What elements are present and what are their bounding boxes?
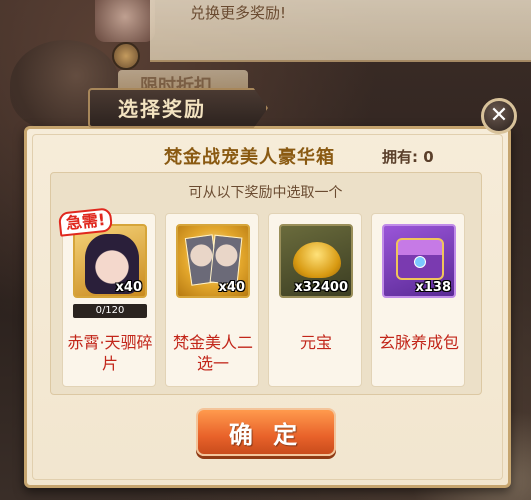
close-button[interactable]: ✕ [481, 98, 517, 134]
reward-card-chixiao-fragment[interactable]: x40 急需! 0/120 赤霄·天驷碎片 [57, 207, 156, 387]
ingot-shape [293, 242, 341, 278]
reward-card-yuanbao[interactable]: x32400 元宝 [268, 213, 362, 387]
confirm-button[interactable]: 确 定 [196, 408, 336, 456]
reward-card-beauty-choice[interactable]: x40 梵金美人二选一 [165, 213, 259, 387]
character-portrait-icon: x40 [73, 224, 147, 298]
reward-name: 梵金美人二选一 [172, 333, 253, 373]
progress-text: 0/120 [95, 305, 125, 316]
purple-chest-icon: x138 [382, 224, 456, 298]
reward-name: 玄脉养成包 [378, 333, 459, 352]
reward-quantity: x32400 [294, 280, 348, 295]
ornament-knob-icon [112, 42, 140, 70]
reward-quantity: x40 [218, 280, 245, 295]
close-x-icon: ✕ [489, 103, 509, 128]
reward-quantity: x138 [415, 280, 451, 295]
dialog-title: 选择奖励 [118, 97, 206, 121]
reward-name: 元宝 [299, 333, 332, 352]
gold-ingot-icon: x32400 [279, 224, 353, 298]
portrait-b [209, 234, 243, 286]
dual-portrait-icon: x40 [176, 224, 250, 298]
box-name: 梵金战宠美人豪华箱 [164, 147, 335, 168]
fragment-progress-bar: 0/120 [73, 304, 147, 318]
background-notice-text: 兑换更多奖励! [190, 4, 287, 22]
reward-name: 赤霄·天驷碎片 [67, 333, 153, 373]
owned-count: 拥有: 0 [382, 148, 434, 166]
reward-card-xuanmai-pack[interactable]: x138 玄脉养成包 [371, 213, 465, 387]
reward-quantity: x40 [115, 280, 142, 295]
chest-gem [414, 256, 426, 268]
selection-hint: 可从以下奖励中选取一个 [188, 185, 343, 201]
background-avatar [95, 0, 155, 42]
